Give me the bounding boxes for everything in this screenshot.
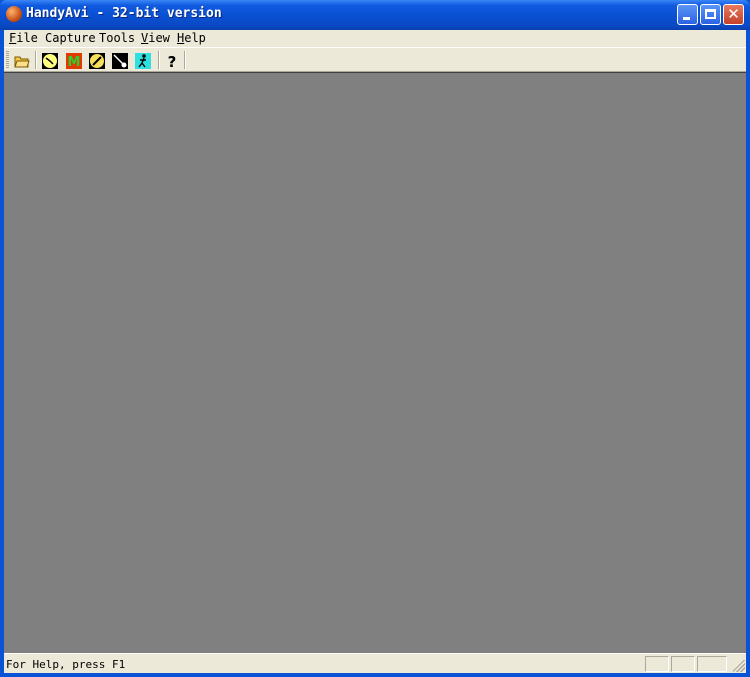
- status-bar: For Help, press F1: [4, 653, 746, 673]
- menu-view[interactable]: View: [141, 31, 170, 45]
- menu-tools[interactable]: Tools: [99, 31, 135, 45]
- menu-file[interactable]: File: [9, 31, 38, 45]
- status-text: For Help, press F1: [6, 658, 126, 671]
- status-pane: [697, 656, 727, 672]
- svg-text:?: ?: [168, 53, 177, 69]
- pencil-edit-icon[interactable]: [89, 53, 105, 69]
- help-question-icon[interactable]: ?: [164, 53, 180, 71]
- motion-m-icon[interactable]: M: [66, 53, 82, 70]
- toolbar-separator: [158, 51, 160, 69]
- toolbar-grip[interactable]: [6, 51, 9, 69]
- mdi-workspace[interactable]: [4, 72, 746, 653]
- maximize-icon: [705, 9, 716, 19]
- title-bar[interactable]: HandyAvi - 32-bit version ✕: [0, 0, 750, 30]
- close-button[interactable]: ✕: [723, 4, 744, 25]
- maximize-button[interactable]: [700, 4, 721, 25]
- open-folder-icon[interactable]: [14, 53, 30, 69]
- resize-grip[interactable]: [733, 660, 745, 672]
- menu-bar: File Capture Tools View Help: [4, 30, 746, 47]
- toolbar: M ?: [4, 47, 746, 72]
- timer-clock-icon[interactable]: [42, 53, 58, 69]
- window-title: HandyAvi - 32-bit version: [26, 6, 222, 21]
- svg-text:M: M: [68, 55, 81, 69]
- menu-capture[interactable]: Capture: [45, 31, 96, 45]
- close-icon: ✕: [727, 5, 740, 23]
- run-figure-icon[interactable]: [135, 53, 151, 69]
- client-area: File Capture Tools View Help M ? For Hel…: [4, 30, 746, 673]
- toolbar-separator: [184, 51, 186, 69]
- toolbar-separator: [35, 51, 37, 69]
- minimize-button[interactable]: [677, 4, 698, 25]
- app-window: HandyAvi - 32-bit version ✕ File Capture…: [0, 0, 750, 677]
- menu-help[interactable]: Help: [177, 31, 206, 45]
- status-pane: [671, 656, 695, 672]
- draw-line-icon[interactable]: [112, 53, 128, 69]
- minimize-icon: [683, 17, 690, 20]
- status-pane: [645, 656, 669, 672]
- app-icon[interactable]: [6, 6, 22, 22]
